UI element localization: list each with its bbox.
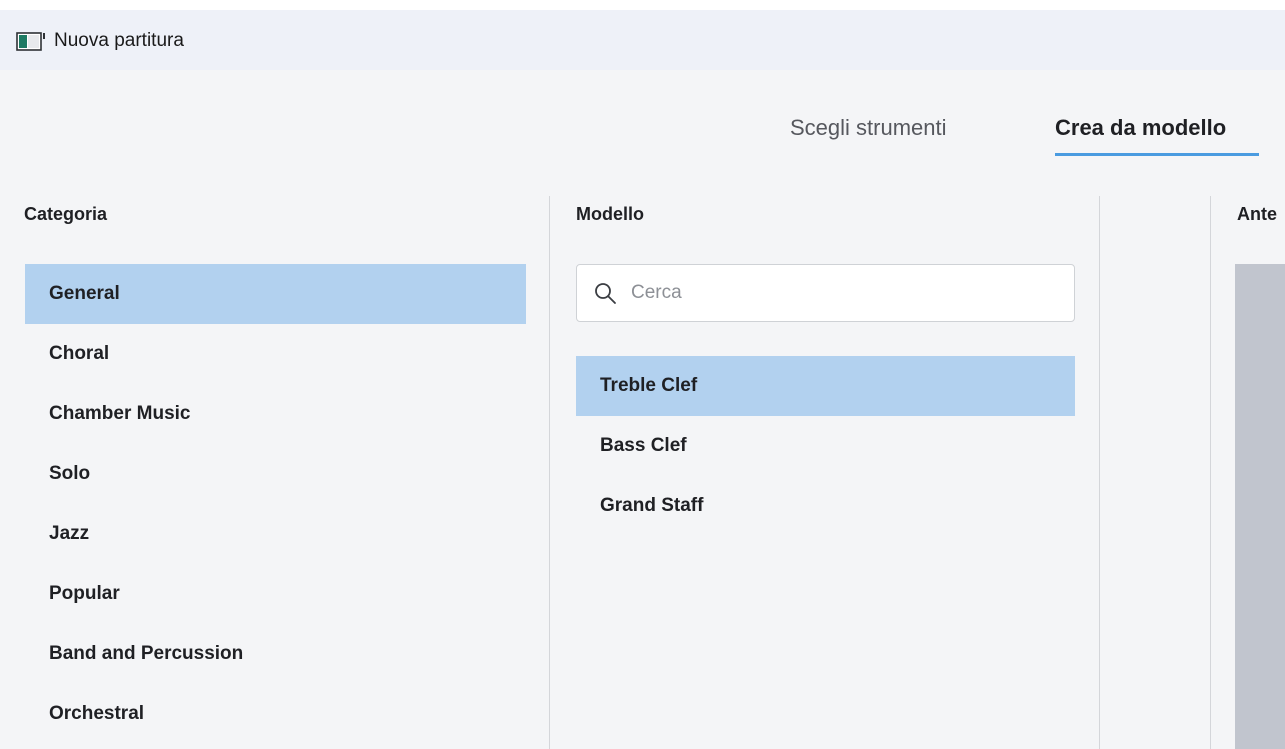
category-item-popular[interactable]: Popular (25, 564, 526, 624)
tab-choose-instruments[interactable]: Scegli strumenti (790, 113, 947, 143)
search-input[interactable] (631, 277, 1051, 309)
template-header: Modello (576, 204, 644, 224)
preview-header: Ante (1237, 204, 1277, 224)
column-divider (1210, 196, 1211, 749)
category-item-solo[interactable]: Solo (25, 444, 526, 504)
category-item-jazz[interactable]: Jazz (25, 504, 526, 564)
template-item-bass-clef[interactable]: Bass Clef (576, 416, 1075, 476)
app-window-icon (16, 32, 45, 51)
search-icon (595, 283, 616, 304)
window-title: Nuova partitura (54, 30, 184, 51)
active-tab-indicator (1055, 153, 1259, 156)
template-preview (1235, 264, 1285, 749)
window-top-edge (0, 0, 1285, 10)
category-item-general[interactable]: General (25, 264, 526, 324)
column-divider (1099, 196, 1100, 749)
column-divider (549, 196, 550, 749)
category-item-orchestral[interactable]: Orchestral (25, 684, 526, 744)
category-item-chamber-music[interactable]: Chamber Music (25, 384, 526, 444)
title-bar (0, 10, 1285, 70)
category-list: General Choral Chamber Music Solo Jazz P… (25, 264, 526, 744)
template-list: Treble Clef Bass Clef Grand Staff (576, 356, 1075, 536)
category-item-band-and-percussion[interactable]: Band and Percussion (25, 624, 526, 684)
template-item-treble-clef[interactable]: Treble Clef (576, 356, 1075, 416)
template-search-box[interactable] (576, 264, 1075, 322)
template-item-grand-staff[interactable]: Grand Staff (576, 476, 1075, 536)
category-header: Categoria (24, 204, 108, 224)
tab-create-from-template[interactable]: Crea da modello (1055, 113, 1226, 143)
category-item-choral[interactable]: Choral (25, 324, 526, 384)
